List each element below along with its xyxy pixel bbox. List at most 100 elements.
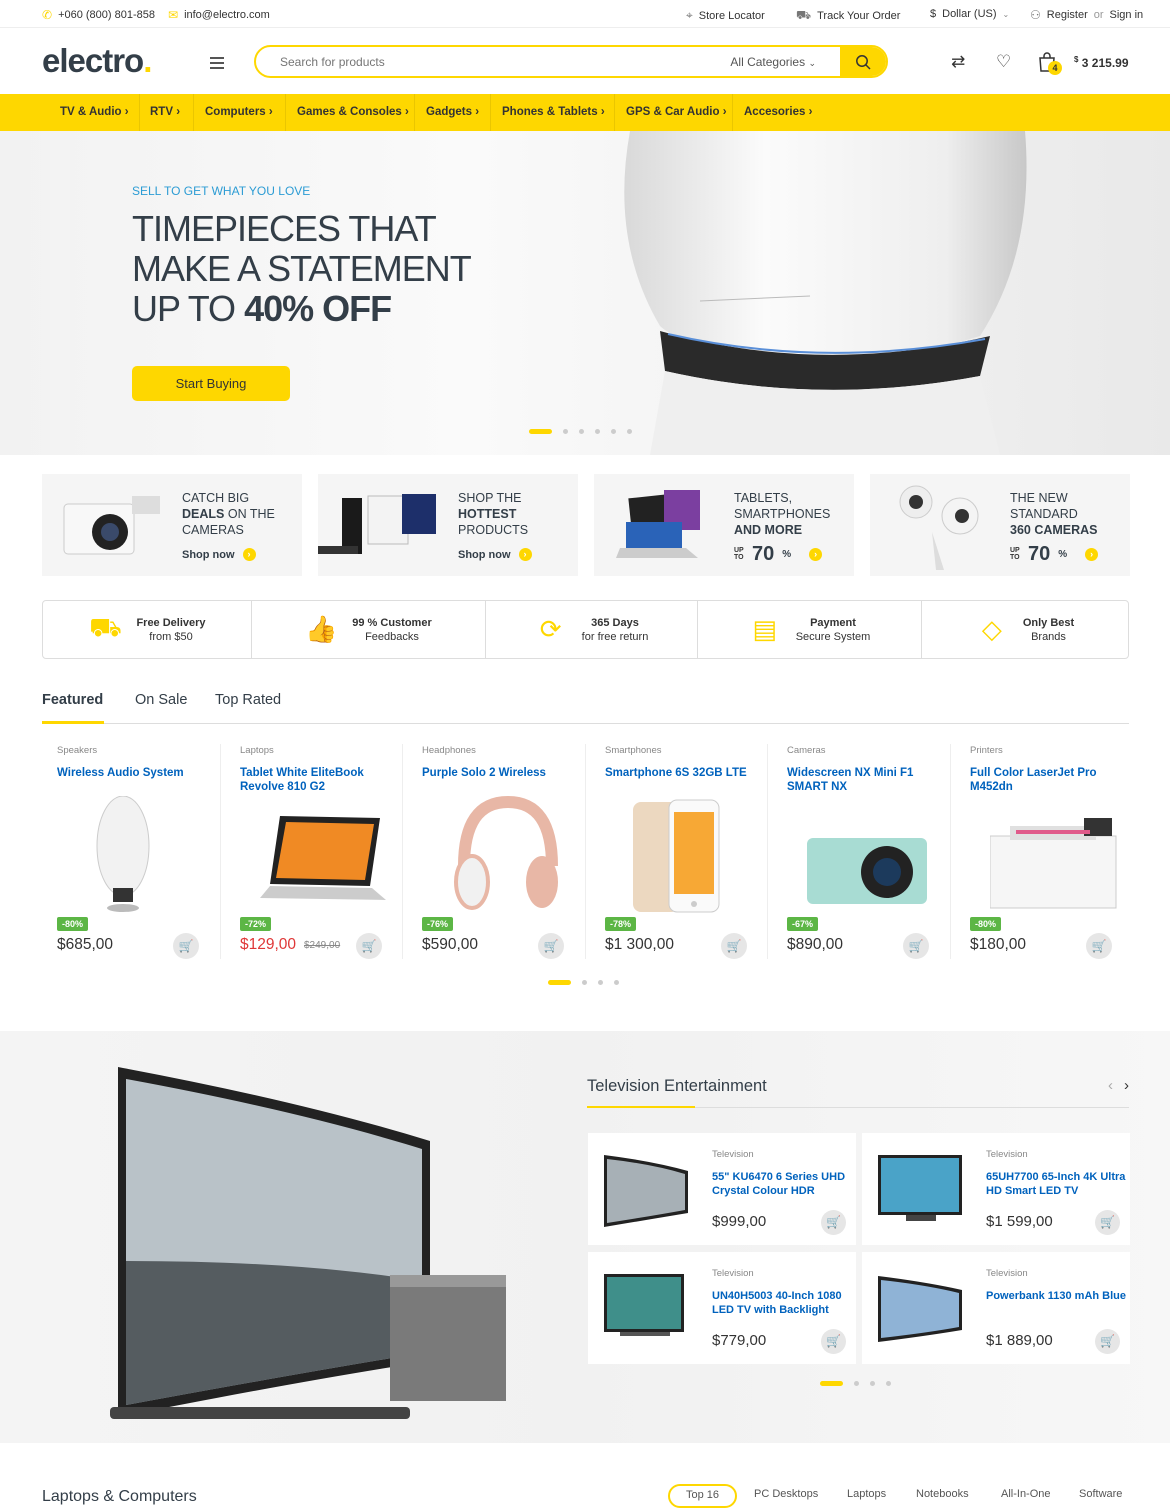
slide-dot[interactable] — [886, 1381, 891, 1386]
shop-now-link[interactable]: Shop now › — [458, 548, 532, 561]
product-name[interactable]: Widescreen NX Mini F1 SMART NX — [787, 766, 937, 794]
product-name[interactable]: Powerbank 1130 mAh Blue — [986, 1289, 1126, 1303]
product-name[interactable]: UN40H5003 40-Inch 1080 LED TV with Backl… — [712, 1289, 852, 1317]
slide-dot[interactable] — [627, 429, 632, 434]
product-category[interactable]: Television — [986, 1149, 1028, 1160]
tab-software[interactable]: Software — [1079, 1488, 1122, 1500]
tab-all-in-one[interactable]: All-In-One — [1001, 1488, 1051, 1500]
promo-card-360-cameras[interactable]: THE NEW STANDARD 360 CAMERAS UP TO 70% › — [870, 474, 1130, 576]
slide-dot[interactable] — [579, 429, 584, 434]
slide-dot[interactable] — [582, 980, 587, 985]
product-category[interactable]: Smartphones — [605, 745, 662, 756]
product-category[interactable]: Television — [712, 1268, 754, 1279]
currency-switcher[interactable]: $ Dollar (US) ⌄ — [930, 8, 1009, 20]
chevron-right-icon[interactable]: › — [1124, 1077, 1129, 1094]
product-name[interactable]: 55" KU6470 6 Series UHD Crystal Colour H… — [712, 1170, 852, 1198]
product-name[interactable]: Full Color LaserJet Pro M452dn — [970, 766, 1120, 794]
product-name[interactable]: 65UH7700 65-Inch 4K Ultra HD Smart LED T… — [986, 1170, 1126, 1198]
add-to-cart-icon[interactable]: 🛒 — [903, 933, 929, 959]
slide-dot-active[interactable] — [548, 980, 571, 985]
product-name[interactable]: Smartphone 6S 32GB LTE — [605, 766, 755, 780]
product-category[interactable]: Printers — [970, 745, 1003, 756]
compare-icon[interactable]: ⇄ — [951, 52, 965, 72]
add-to-cart-icon[interactable]: 🛒 — [721, 933, 747, 959]
email-info[interactable]: ✉ info@electro.com — [168, 8, 270, 22]
chevron-left-icon[interactable]: ‹ — [1108, 1077, 1113, 1094]
slide-dot[interactable] — [614, 980, 619, 985]
promo-discount[interactable]: UP TO 70% › — [1010, 544, 1099, 564]
tv-product-card[interactable]: Television 65UH7700 65-Inch 4K Ultra HD … — [862, 1133, 1130, 1245]
tab-on-sale[interactable]: On Sale — [135, 692, 187, 708]
shop-now-link[interactable]: Shop now › — [182, 548, 256, 561]
product-name[interactable]: Tablet White EliteBook Revolve 810 G2 — [240, 766, 390, 794]
start-buying-button[interactable]: Start Buying — [132, 366, 290, 401]
tv-product-card[interactable]: Television UN40H5003 40-Inch 1080 LED TV… — [588, 1252, 856, 1364]
slide-dot[interactable] — [870, 1381, 875, 1386]
nav-item-gadgets[interactable]: Gadgets › — [426, 94, 479, 131]
email-address[interactable]: info@electro.com — [184, 9, 270, 21]
search-button[interactable] — [840, 47, 886, 76]
nav-item-phones-tablets[interactable]: Phones & Tablets › — [502, 94, 605, 131]
add-to-cart-icon[interactable]: 🛒 — [821, 1210, 846, 1235]
add-to-cart-icon[interactable]: 🛒 — [538, 933, 564, 959]
add-to-cart-icon[interactable]: 🛒 — [821, 1329, 846, 1354]
search-input[interactable] — [256, 47, 731, 76]
slide-dot[interactable] — [595, 429, 600, 434]
store-locator-link[interactable]: ⌖ Store Locator — [686, 8, 765, 23]
menu-hamburger-icon[interactable] — [210, 57, 224, 72]
add-to-cart-icon[interactable]: 🛒 — [1086, 933, 1112, 959]
product-category[interactable]: Television — [712, 1149, 754, 1160]
tab-pc-desktops[interactable]: PC Desktops — [754, 1488, 818, 1500]
register-link[interactable]: Register — [1047, 9, 1088, 21]
add-to-cart-icon[interactable]: 🛒 — [1095, 1329, 1120, 1354]
slide-dot[interactable] — [611, 429, 616, 434]
add-to-cart-icon[interactable]: 🛒 — [1095, 1210, 1120, 1235]
tv-product-card[interactable]: Television 55" KU6470 6 Series UHD Cryst… — [588, 1133, 856, 1245]
product-category[interactable]: Headphones — [422, 745, 476, 756]
product-category[interactable]: Television — [986, 1268, 1028, 1279]
tab-top-rated[interactable]: Top Rated — [215, 692, 281, 708]
product-card[interactable]: Laptops Tablet White EliteBook Revolve 8… — [240, 744, 410, 964]
nav-item-gps-car-audio[interactable]: GPS & Car Audio › — [626, 94, 727, 131]
add-to-cart-icon[interactable]: 🛒 — [356, 933, 382, 959]
currency-label[interactable]: Dollar (US) — [942, 8, 996, 20]
nav-item-rtv[interactable]: RTV › — [150, 94, 180, 131]
category-select[interactable]: All Categories ⌄ — [730, 55, 840, 69]
cart-total[interactable]: $ 3 215.99 — [1074, 55, 1129, 70]
slide-dot[interactable] — [598, 980, 603, 985]
promo-card-tablets[interactable]: TABLETS, SMARTPHONES AND MORE UP TO 70% › — [594, 474, 854, 576]
track-order-label[interactable]: Track Your Order — [817, 10, 900, 22]
product-card[interactable]: Smartphones Smartphone 6S 32GB LTE -78% … — [605, 744, 775, 964]
slide-dot[interactable] — [563, 429, 568, 434]
promo-card-cameras[interactable]: CATCH BIG DEALS ON THE CAMERAS Shop now › — [42, 474, 302, 576]
signin-link[interactable]: Sign in — [1110, 9, 1144, 21]
nav-item-games-consoles[interactable]: Games & Consoles › — [297, 94, 409, 131]
store-locator-label[interactable]: Store Locator — [699, 10, 765, 22]
product-name[interactable]: Wireless Audio System — [57, 766, 207, 780]
tab-notebooks[interactable]: Notebooks — [916, 1488, 969, 1500]
tab-laptops[interactable]: Laptops — [847, 1488, 886, 1500]
slide-dot-active[interactable] — [820, 1381, 843, 1386]
nav-item-accesories[interactable]: Accesories › — [744, 94, 812, 131]
product-category[interactable]: Speakers — [57, 745, 97, 756]
product-category[interactable]: Laptops — [240, 745, 274, 756]
product-card[interactable]: Speakers Wireless Audio System -80% $685… — [57, 744, 227, 964]
product-card[interactable]: Printers Full Color LaserJet Pro M452dn … — [970, 744, 1140, 964]
promo-discount[interactable]: UP TO 70% › — [734, 544, 823, 564]
tab-featured[interactable]: Featured — [42, 692, 103, 708]
site-logo[interactable]: electro. — [42, 42, 152, 80]
wishlist-heart-icon[interactable]: ♡ — [996, 52, 1011, 72]
tab-top-16[interactable]: Top 16 — [668, 1484, 738, 1508]
add-to-cart-icon[interactable]: 🛒 — [173, 933, 199, 959]
product-card[interactable]: Cameras Widescreen NX Mini F1 SMART NX -… — [787, 744, 957, 964]
product-name[interactable]: Purple Solo 2 Wireless — [422, 766, 572, 780]
nav-item-computers[interactable]: Computers › — [205, 94, 273, 131]
promo-card-hottest[interactable]: SHOP THE HOTTEST PRODUCTS Shop now › — [318, 474, 578, 576]
slide-dot[interactable] — [854, 1381, 859, 1386]
product-category[interactable]: Cameras — [787, 745, 826, 756]
slide-dot-active[interactable] — [529, 429, 552, 434]
tv-product-card[interactable]: Television Powerbank 1130 mAh Blue $1 88… — [862, 1252, 1130, 1364]
product-card[interactable]: Headphones Purple Solo 2 Wireless -76% $… — [422, 744, 592, 964]
track-order-link[interactable]: ⛟ Track Your Order — [796, 8, 900, 24]
nav-item-tv-audio[interactable]: TV & Audio › — [60, 94, 129, 131]
